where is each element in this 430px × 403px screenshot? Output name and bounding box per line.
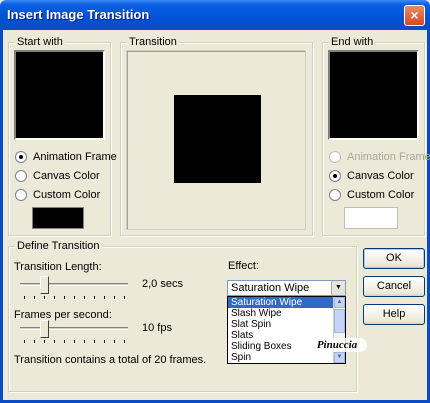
window-title: Insert Image Transition [7, 7, 150, 22]
help-button[interactable]: Help [363, 304, 425, 325]
slider-tick [44, 340, 45, 343]
length-value: 2,0 secs [142, 278, 183, 290]
end-radio-custom-color[interactable]: Custom Color [329, 189, 414, 201]
radio-dot[interactable] [329, 189, 341, 201]
slider-tick [34, 296, 35, 299]
slider-tick [124, 340, 125, 343]
slider-tick [44, 296, 45, 299]
start-radio-custom-color[interactable]: Custom Color [15, 189, 100, 201]
length-label: Transition Length: [14, 261, 102, 273]
slider-tick [74, 340, 75, 343]
fps-value: 10 fps [142, 322, 172, 334]
close-icon: × [410, 7, 419, 23]
slider-tick [84, 340, 85, 343]
end-radio-animation-frame[interactable]: Animation Frame [329, 151, 430, 163]
slider-tick [104, 340, 105, 343]
radio-dot[interactable] [329, 151, 341, 163]
ok-button[interactable]: OK [363, 248, 425, 269]
effect-list-scrollbar[interactable]: ▲ ▼ [333, 297, 345, 363]
slider-tick [114, 340, 115, 343]
slider-tick [24, 296, 25, 299]
slider-tick [124, 296, 125, 299]
slider-tick [94, 296, 95, 299]
window-frame-left [0, 30, 3, 403]
effect-dropdown-list[interactable]: Saturation Wipe Slash Wipe Slat Spin Sla… [227, 296, 346, 364]
effect-option[interactable]: Slash Wipe [228, 308, 345, 319]
effect-option[interactable]: Spin [228, 352, 345, 363]
end-preview [328, 50, 419, 140]
length-slider-track[interactable] [20, 283, 128, 286]
slider-tick [34, 340, 35, 343]
start-radio-canvas-color[interactable]: Canvas Color [15, 170, 100, 182]
radio-dot[interactable] [15, 151, 27, 163]
chevron-down-icon[interactable]: ▼ [331, 281, 345, 295]
radio-label: Canvas Color [347, 170, 414, 182]
slider-tick [24, 340, 25, 343]
fps-slider-thumb[interactable] [40, 320, 49, 338]
fps-label: Frames per second: [14, 309, 112, 321]
effect-selected-value: Saturation Wipe [231, 282, 310, 294]
end-radio-canvas-color[interactable]: Canvas Color [329, 170, 414, 182]
watermark-signature: Pinuccia [307, 338, 367, 352]
slider-tick [94, 340, 95, 343]
frame-count-summary: Transition contains a total of 20 frames… [14, 354, 207, 366]
radio-label: Animation Frame [33, 151, 117, 163]
radio-label: Animation Frame [347, 151, 430, 163]
end-with-label: End with [329, 36, 376, 48]
length-slider-thumb[interactable] [40, 276, 49, 294]
scroll-up-icon[interactable]: ▲ [334, 297, 345, 308]
length-slider-ticks [24, 296, 125, 299]
slider-tick [114, 296, 115, 299]
transition-preview [174, 95, 261, 183]
effect-label: Effect: [228, 260, 259, 272]
radio-label: Custom Color [347, 189, 415, 201]
fps-slider-track[interactable] [20, 327, 128, 330]
fps-slider-ticks [24, 340, 125, 343]
effect-option[interactable]: Slat Spin [228, 319, 345, 330]
effect-select[interactable]: Saturation Wipe ▼ [227, 280, 346, 296]
cancel-button[interactable]: Cancel [363, 276, 425, 297]
radio-dot[interactable] [329, 170, 341, 182]
start-with-label: Start with [15, 36, 65, 48]
slider-tick [74, 296, 75, 299]
title-bar[interactable]: Insert Image Transition × [0, 0, 430, 30]
slider-tick [64, 340, 65, 343]
radio-label: Custom Color [33, 189, 101, 201]
slider-tick [104, 296, 105, 299]
close-button[interactable]: × [404, 5, 425, 26]
radio-label: Canvas Color [33, 170, 100, 182]
scroll-down-icon[interactable]: ▼ [334, 352, 345, 363]
transition-label: Transition [127, 36, 179, 48]
slider-tick [54, 296, 55, 299]
slider-tick [64, 296, 65, 299]
define-transition-label: Define Transition [15, 240, 102, 252]
scroll-thumb[interactable] [334, 309, 345, 333]
radio-dot[interactable] [15, 189, 27, 201]
end-color-swatch[interactable] [344, 207, 398, 229]
effect-option[interactable]: Saturation Wipe [228, 297, 345, 308]
start-radio-animation-frame[interactable]: Animation Frame [15, 151, 117, 163]
radio-dot[interactable] [15, 170, 27, 182]
slider-tick [54, 340, 55, 343]
start-color-swatch[interactable] [32, 207, 84, 229]
start-preview [14, 50, 105, 140]
slider-tick [84, 296, 85, 299]
